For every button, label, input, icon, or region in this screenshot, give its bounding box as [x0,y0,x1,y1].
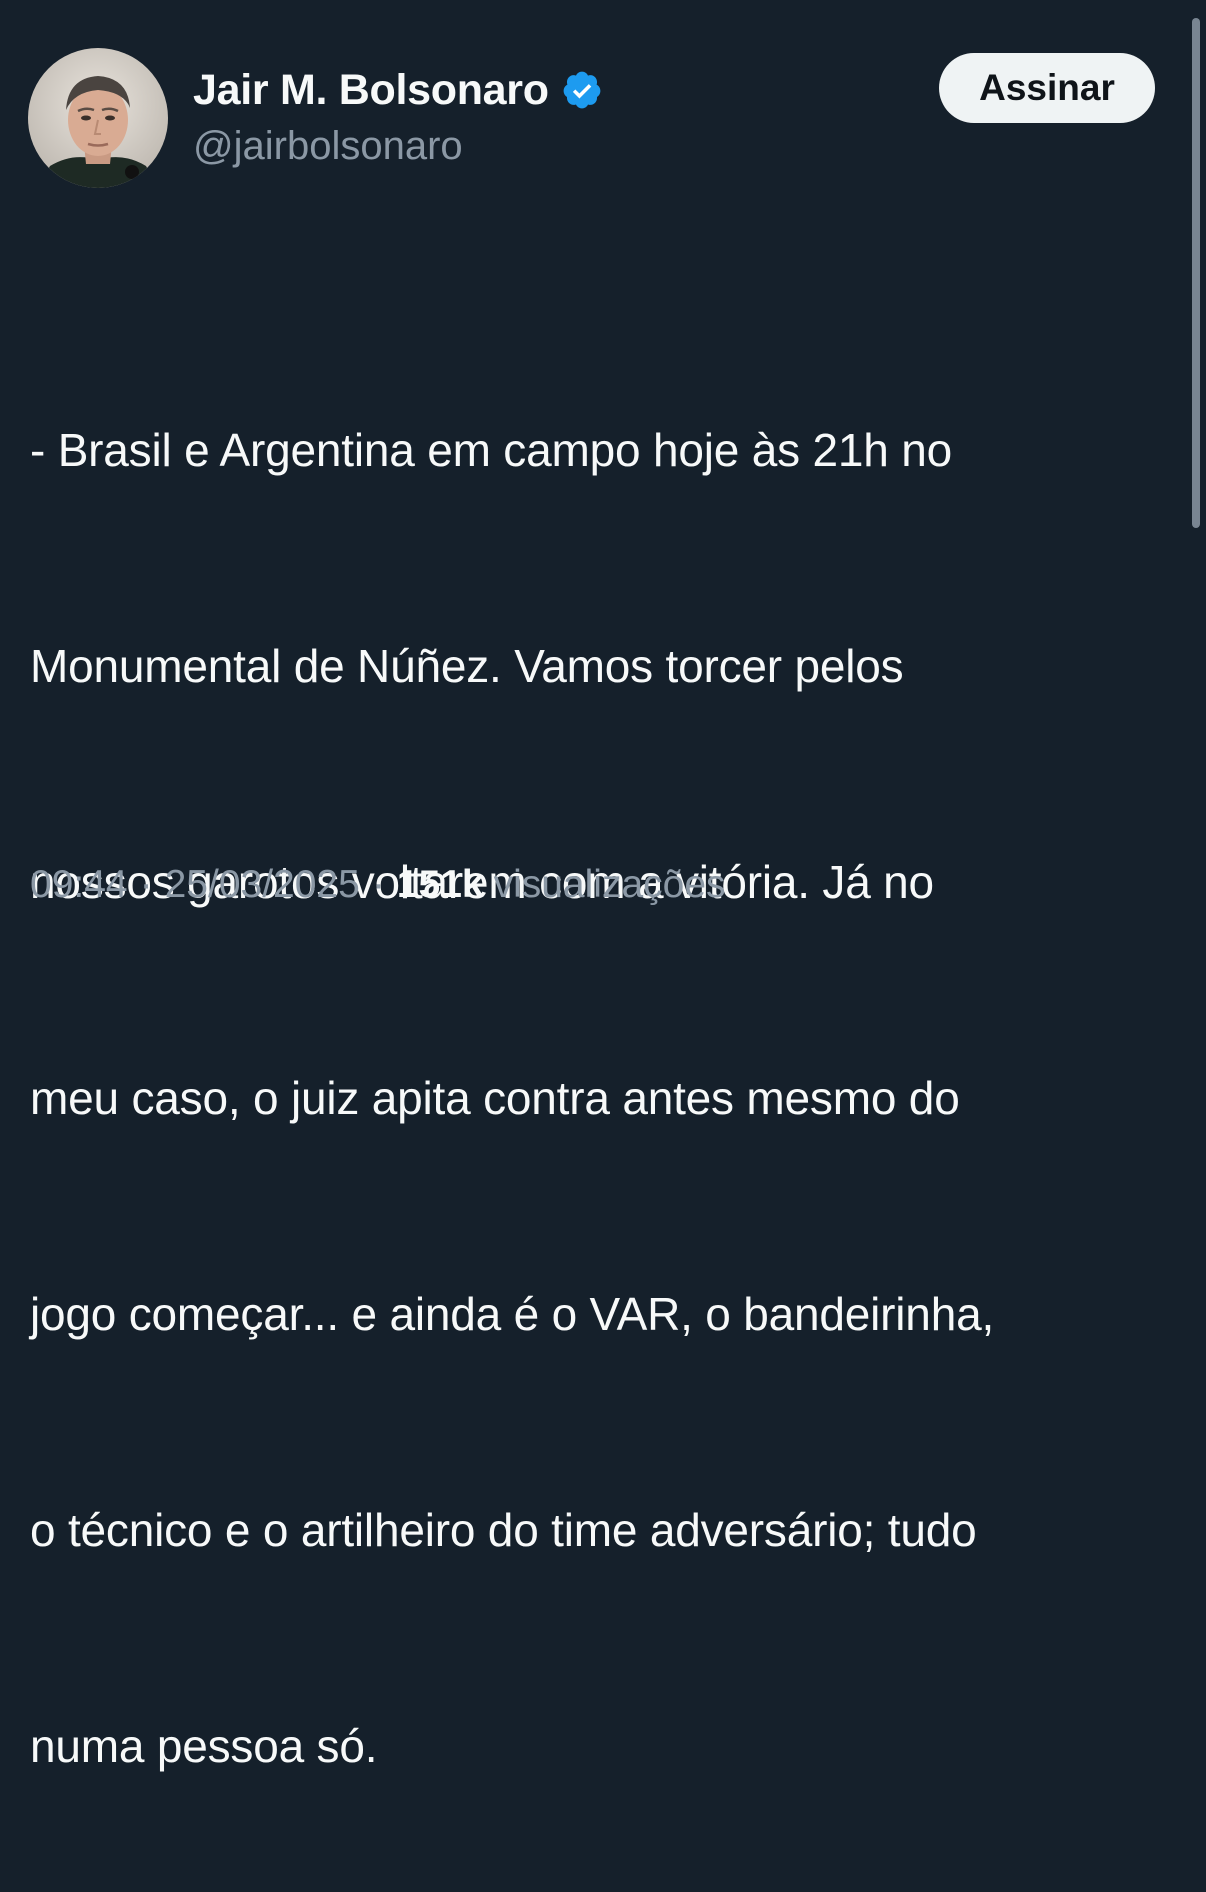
avatar[interactable] [28,48,168,188]
meta-separator: · [371,863,385,906]
author-name-row: Jair M. Bolsonaro [193,62,603,118]
author-display-name[interactable]: Jair M. Bolsonaro [193,66,549,115]
tweet-text-line: o técnico e o artilheiro do time adversá… [30,1504,977,1556]
tweet-text-line: meu caso, o juiz apita contra antes mesm… [30,1072,960,1124]
views-count[interactable]: 151k [397,863,484,907]
tweet-date[interactable]: 25/03/2025 [165,863,360,907]
author-handle[interactable]: @jairbolsonaro [193,124,463,169]
views-label[interactable]: visualizações [494,863,726,907]
tweet-text: - Brasil e Argentina em campo hoje às 21… [30,270,1180,1892]
tweet-card: Jair M. Bolsonaro @jairbolsonaro Assinar… [0,0,1206,1772]
tweet-text-line: Monumental de Núñez. Vamos torcer pelos [30,640,904,692]
scrollbar[interactable] [1192,18,1200,528]
tweet-text-line: - Brasil e Argentina em campo hoje às 21… [30,424,952,476]
tweet-text-line: jogo começar... e ainda é o VAR, o bande… [30,1288,995,1340]
tweet-text-line: numa pessoa só. [30,1720,378,1772]
verified-badge-icon [561,69,603,111]
tweet-meta: 09:44 · 25/03/2025 · 151k visualizações [30,857,726,913]
tweet-time[interactable]: 09:44 [30,863,128,907]
subscribe-button[interactable]: Assinar [939,53,1155,123]
avatar-photo [28,48,168,188]
meta-separator: · [139,863,153,906]
